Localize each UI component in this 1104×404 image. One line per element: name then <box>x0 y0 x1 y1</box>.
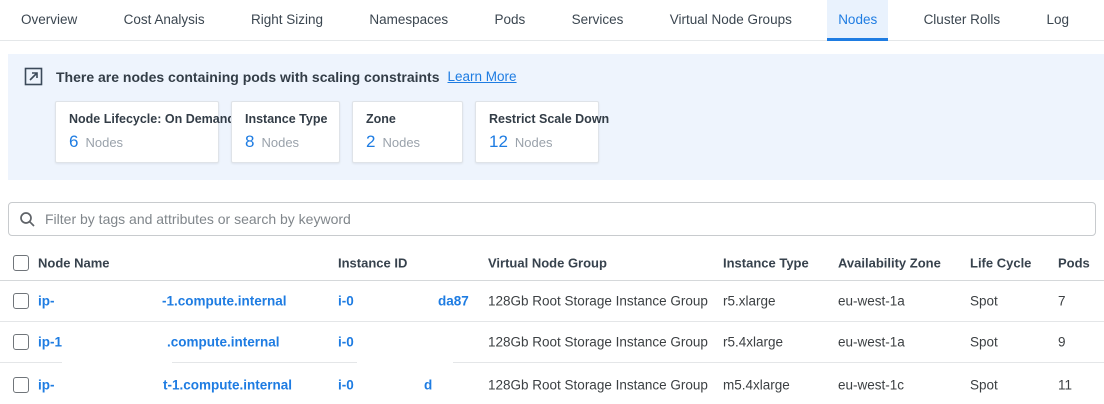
virtual-node-group-cell: 128Gb Root Storage Instance Group <box>488 377 708 392</box>
constraint-cards: Node Lifecycle: On Demand 6 Nodes Instan… <box>55 101 1104 163</box>
banner-message: There are nodes containing pods with sca… <box>56 69 440 85</box>
card-unit: Nodes <box>515 135 553 150</box>
instance-id-link[interactable]: da87 <box>438 294 469 309</box>
instance-type-cell: m5.4xlarge <box>723 377 790 392</box>
node-name-link[interactable]: t-1.compute.internal <box>163 377 292 392</box>
banner-header: There are nodes containing pods with sca… <box>8 54 1104 86</box>
card-unit: Nodes <box>382 135 420 150</box>
card-value: 2 <box>366 132 375 152</box>
magnifier-icon <box>19 211 36 228</box>
card-value: 6 <box>69 132 78 152</box>
table-row: ip- t-1.compute.internal i-0 d 128Gb Roo… <box>0 363 1104 404</box>
card-title: Zone <box>366 112 449 126</box>
col-instance-type: Instance Type <box>723 255 809 270</box>
tab-log[interactable]: Log <box>1035 0 1080 41</box>
virtual-node-group-cell: 128Gb Root Storage Instance Group <box>488 335 708 350</box>
life-cycle-cell: Spot <box>970 294 998 309</box>
tab-pods[interactable]: Pods <box>484 0 537 41</box>
node-name-link[interactable]: .compute.internal <box>167 335 280 350</box>
row-checkbox[interactable] <box>13 293 29 309</box>
col-instance-id: Instance ID <box>338 255 407 270</box>
tab-right-sizing[interactable]: Right Sizing <box>240 0 334 41</box>
card-zone[interactable]: Zone 2 Nodes <box>352 101 463 163</box>
col-node-name: Node Name <box>38 255 110 270</box>
life-cycle-cell: Spot <box>970 377 998 392</box>
nodes-table: Node Name Instance ID Virtual Node Group… <box>0 245 1104 404</box>
instance-id-link[interactable]: i-0 <box>338 335 354 350</box>
card-title: Restrict Scale Down <box>489 112 585 126</box>
card-title: Instance Type <box>245 112 326 126</box>
search-input[interactable] <box>45 211 1085 227</box>
availability-zone-cell: eu-west-1c <box>838 377 904 392</box>
row-checkbox[interactable] <box>13 334 29 350</box>
pods-cell: 11 <box>1058 377 1072 392</box>
col-life-cycle: Life Cycle <box>970 255 1031 270</box>
table-row: ip- -1.compute.internal i-0 da87 128Gb R… <box>0 281 1104 322</box>
card-instance-type[interactable]: Instance Type 8 Nodes <box>231 101 340 163</box>
card-unit: Nodes <box>85 135 123 150</box>
col-pods: Pods <box>1058 255 1090 270</box>
learn-more-link[interactable]: Learn More <box>448 69 517 84</box>
node-name-link[interactable]: -1.compute.internal <box>162 294 287 309</box>
life-cycle-cell: Spot <box>970 335 998 350</box>
instance-id-link[interactable]: d <box>424 377 432 392</box>
pods-cell: 9 <box>1058 335 1066 350</box>
virtual-node-group-cell: 128Gb Root Storage Instance Group <box>488 294 708 309</box>
col-virtual-node-group: Virtual Node Group <box>488 255 607 270</box>
card-restrict-scale-down[interactable]: Restrict Scale Down 12 Nodes <box>475 101 599 163</box>
instance-id-link[interactable]: i-0 <box>338 377 354 392</box>
card-node-lifecycle[interactable]: Node Lifecycle: On Demand 6 Nodes <box>55 101 219 163</box>
select-all-checkbox[interactable] <box>13 255 29 271</box>
table-header-row: Node Name Instance ID Virtual Node Group… <box>0 245 1104 281</box>
tab-services[interactable]: Services <box>561 0 635 41</box>
tab-overview[interactable]: Overview <box>10 0 88 41</box>
scaling-constraints-banner: There are nodes containing pods with sca… <box>8 54 1104 180</box>
availability-zone-cell: eu-west-1a <box>838 335 905 350</box>
card-value: 8 <box>245 132 254 152</box>
tab-namespaces[interactable]: Namespaces <box>358 0 459 41</box>
tab-nodes[interactable]: Nodes <box>827 0 888 41</box>
instance-id-link[interactable]: i-0 <box>338 294 354 309</box>
row-checkbox[interactable] <box>13 377 29 393</box>
tab-virtual-node-groups[interactable]: Virtual Node Groups <box>659 0 803 41</box>
card-unit: Nodes <box>261 135 299 150</box>
filter-search-bar <box>8 202 1096 236</box>
card-value: 12 <box>489 132 508 152</box>
tab-cluster-rolls[interactable]: Cluster Rolls <box>913 0 1012 41</box>
node-name-link[interactable]: ip-1 <box>38 335 62 350</box>
nodes-page: Overview Cost Analysis Right Sizing Name… <box>0 0 1104 404</box>
instance-type-cell: r5.4xlarge <box>723 335 783 350</box>
table-row: ip-1 .compute.internal i-0 128Gb Root St… <box>0 322 1104 363</box>
arrow-up-right-box-icon <box>24 67 43 86</box>
tab-bar: Overview Cost Analysis Right Sizing Name… <box>0 0 1104 41</box>
col-availability-zone: Availability Zone <box>838 255 941 270</box>
pods-cell: 7 <box>1058 294 1066 309</box>
tab-cost-analysis[interactable]: Cost Analysis <box>113 0 216 41</box>
availability-zone-cell: eu-west-1a <box>838 294 905 309</box>
instance-type-cell: r5.xlarge <box>723 294 776 309</box>
card-title: Node Lifecycle: On Demand <box>69 112 205 126</box>
node-name-link[interactable]: ip- <box>38 377 55 392</box>
node-name-link[interactable]: ip- <box>38 294 55 309</box>
